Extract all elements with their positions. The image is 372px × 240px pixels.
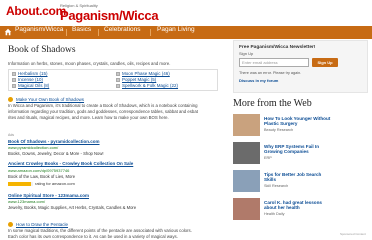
nav-item-paganism-wicca[interactable]: Paganism/Wicca <box>15 26 63 39</box>
ad-description: Book of the Law, Book of Lies, More <box>8 174 76 179</box>
rating-text: rating for amazon.com <box>35 181 75 186</box>
newsletter-subtitle: Sign Up <box>239 51 254 56</box>
ad-title[interactable]: Online Spiritual Store - 123mama.com <box>8 193 89 198</box>
folder-icon <box>116 78 120 82</box>
topic-list: Herbalism (15) Moon Phase Magic (46) Inc… <box>8 69 218 91</box>
newsletter-error: There was an error. Please try again. <box>239 71 302 75</box>
web-item-source: Beauty Research <box>264 128 294 132</box>
main-nav: Paganism/Wicca Basics Celebrations Pagan… <box>0 26 372 39</box>
article-link[interactable]: Make Your Own Book of Shadows <box>16 97 84 102</box>
intro-text: Information on herbs, stones, moon phase… <box>8 61 171 66</box>
nav-divider <box>66 29 67 36</box>
star-rating <box>8 182 33 186</box>
web-item-title[interactable]: Plastic Surgery <box>264 121 297 126</box>
web-item-source: Skill Research <box>264 184 289 188</box>
ads-label: Ads <box>8 133 15 137</box>
page-title: Book of Shadows <box>8 45 76 55</box>
web-thumbnail[interactable] <box>233 170 260 192</box>
web-item[interactable]: Tips for Better Job Search Skills Skill … <box>233 170 368 194</box>
folder-icon <box>12 78 16 82</box>
article-summary-line: rites and rituals, magical recipes, and … <box>8 115 169 120</box>
web-item[interactable]: Carol K. had great lessons about her hea… <box>233 198 368 222</box>
web-item-title[interactable]: Growing Companies <box>264 149 309 154</box>
folder-icon <box>12 72 16 76</box>
topic-link[interactable]: Poppet Magic (5) <box>122 77 156 82</box>
topic-link[interactable]: Herbalism (15) <box>18 71 48 76</box>
topic-link[interactable]: Magical Oils (8) <box>18 83 49 88</box>
web-item-source: Health Daily <box>264 212 285 216</box>
logo-text: About.com <box>6 4 66 18</box>
folder-icon <box>116 84 120 88</box>
nav-item-pagan-living[interactable]: Pagan Living <box>157 26 195 39</box>
topic-link[interactable]: Moon Phase Magic (46) <box>122 71 170 76</box>
nav-divider <box>98 29 99 36</box>
article-icon <box>8 97 13 102</box>
ad-description: Jewelry, Books, Magic Supplies, Art Herb… <box>8 205 137 210</box>
article-link[interactable]: How to Draw the Pentacle <box>16 222 68 227</box>
ad-title[interactable]: Book Of Shadows - pyramidcollection.com <box>8 139 100 144</box>
newsletter-box: Free Paganism/Wicca Newsletter! Sign Up … <box>233 40 368 93</box>
home-icon[interactable] <box>4 28 12 36</box>
article-icon <box>8 222 13 227</box>
topic-link[interactable]: Spellwork & Folk Magic (22) <box>122 83 178 88</box>
nav-item-basics[interactable]: Basics <box>72 26 91 39</box>
web-thumbnail[interactable] <box>233 198 260 220</box>
ad-url[interactable]: www.amazon.com/dp/0975937746 <box>8 168 69 173</box>
ad-title[interactable]: Ancient Crowley Books - Crowley Book Col… <box>8 161 133 166</box>
email-field[interactable]: Enter email address <box>239 58 309 67</box>
forum-link[interactable]: Discuss in my forum <box>239 78 278 83</box>
article-summary-line: Each color has its own correspondence to… <box>8 234 178 239</box>
folder-icon <box>12 84 16 88</box>
nav-divider <box>150 29 151 36</box>
article-summary-line: In Wicca and Paganism, it's traditional … <box>8 103 198 108</box>
ad-description: Books, Gowns, Jewelry, Decor & More - Sh… <box>8 151 104 156</box>
nav-item-celebrations[interactable]: Celebrations <box>104 26 141 39</box>
web-item[interactable]: How To Look Younger Without Plastic Surg… <box>233 114 368 138</box>
web-item-source: ERP <box>264 156 272 160</box>
sponsored-label: Sponsored Content <box>340 232 366 236</box>
newsletter-title: Free Paganism/Wicca Newsletter! <box>239 45 316 50</box>
more-from-web-title: More from the Web <box>233 98 312 109</box>
web-thumbnail[interactable] <box>233 142 260 164</box>
site-header: About.com Religion & Spirituality Pagani… <box>0 0 372 24</box>
web-item[interactable]: Why ERP Systems Fail In Growing Companie… <box>233 142 368 166</box>
article-summary-line: information regarding your tradition, go… <box>8 109 198 114</box>
web-item-title[interactable]: Skills <box>264 177 276 182</box>
web-item-title[interactable]: about her health <box>264 205 300 210</box>
ad-url[interactable]: www.pyramidcollection.com/ <box>8 145 58 150</box>
star-rating-fill <box>8 182 31 186</box>
topic-link[interactable]: Incense (10) <box>18 77 43 82</box>
web-thumbnail[interactable] <box>233 114 260 136</box>
about-logo[interactable]: About.com <box>6 4 66 18</box>
site-title[interactable]: Paganism/Wicca <box>60 8 159 23</box>
article-summary-line: In some magical traditions, the differen… <box>8 228 192 233</box>
newsletter-signup-button[interactable]: Sign Up <box>312 58 338 67</box>
folder-icon <box>116 72 120 76</box>
ad-url[interactable]: www.123mama.com/ <box>8 199 45 204</box>
